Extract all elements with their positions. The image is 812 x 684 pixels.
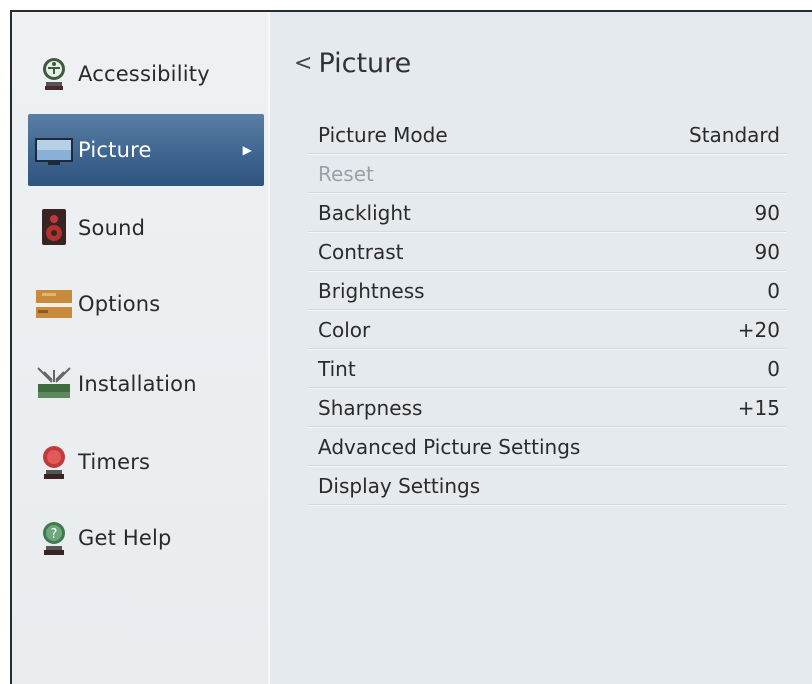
setting-backlight[interactable]: Backlight 90 (308, 194, 786, 232)
setting-reset: Reset (308, 155, 786, 193)
svg-text:?: ? (50, 527, 57, 542)
antenna-icon (34, 364, 74, 404)
sidebar-item-sound[interactable]: Sound (28, 192, 264, 264)
sidebar-item-picture[interactable]: Picture ▶ (28, 114, 264, 186)
sidebar-item-options[interactable]: Options (28, 268, 264, 340)
setting-value: 0 (767, 278, 780, 303)
speaker-icon (34, 208, 74, 248)
timer-icon (34, 442, 74, 482)
setting-value: 90 (754, 200, 780, 225)
setting-label: Display Settings (318, 473, 481, 498)
setting-value: 90 (754, 239, 780, 264)
tv-menu-window: Accessibility Picture ▶ Sound Options In… (10, 10, 812, 684)
toolbox-icon (34, 284, 74, 324)
setting-label: Picture Mode (318, 122, 448, 147)
tv-icon (34, 130, 74, 170)
setting-label: Backlight (318, 200, 411, 225)
setting-brightness[interactable]: Brightness 0 (308, 272, 786, 310)
sidebar-item-get-help[interactable]: ? Get Help (28, 502, 264, 574)
setting-value: +20 (737, 317, 780, 342)
sidebar-item-label: Picture (78, 138, 152, 162)
setting-color[interactable]: Color +20 (308, 311, 786, 349)
sidebar-item-label: Get Help (78, 526, 172, 550)
accessibility-icon (34, 54, 74, 94)
setting-value: 0 (767, 356, 780, 381)
setting-label: Contrast (318, 239, 404, 264)
setting-advanced-picture-settings[interactable]: Advanced Picture Settings (308, 428, 786, 466)
setting-label: Color (318, 317, 371, 342)
sidebar-item-label: Sound (78, 216, 146, 240)
setting-picture-mode[interactable]: Picture Mode Standard (308, 116, 786, 154)
setting-label: Tint (318, 356, 356, 381)
setting-value: +15 (737, 395, 780, 420)
help-icon: ? (34, 518, 74, 558)
chevron-right-icon: ▶ (242, 143, 252, 157)
setting-label: Sharpness (318, 395, 423, 420)
settings-list: Picture Mode Standard Reset Backlight 90… (308, 116, 786, 506)
setting-tint[interactable]: Tint 0 (308, 350, 786, 388)
sidebar-item-accessibility[interactable]: Accessibility (28, 38, 264, 110)
back-chevron-icon[interactable]: < (294, 51, 312, 76)
page-title: < Picture (294, 48, 411, 79)
sidebar-item-timers[interactable]: Timers (28, 426, 264, 498)
picture-settings-panel: < Picture Picture Mode Standard Reset Ba… (270, 12, 812, 684)
setting-contrast[interactable]: Contrast 90 (308, 233, 786, 271)
setting-value: Standard (689, 122, 780, 147)
setting-label: Advanced Picture Settings (318, 434, 581, 459)
sidebar-item-label: Installation (78, 372, 197, 396)
sidebar-item-label: Timers (78, 450, 151, 474)
sidebar-item-label: Options (78, 292, 161, 316)
page-title-text: Picture (318, 48, 412, 79)
sidebar-item-label: Accessibility (78, 62, 210, 86)
setting-display-settings[interactable]: Display Settings (308, 467, 786, 505)
setting-label: Reset (318, 161, 374, 186)
setting-sharpness[interactable]: Sharpness +15 (308, 389, 786, 427)
sidebar-item-installation[interactable]: Installation (28, 348, 264, 420)
setting-label: Brightness (318, 278, 425, 303)
sidebar: Accessibility Picture ▶ Sound Options In… (12, 12, 268, 684)
